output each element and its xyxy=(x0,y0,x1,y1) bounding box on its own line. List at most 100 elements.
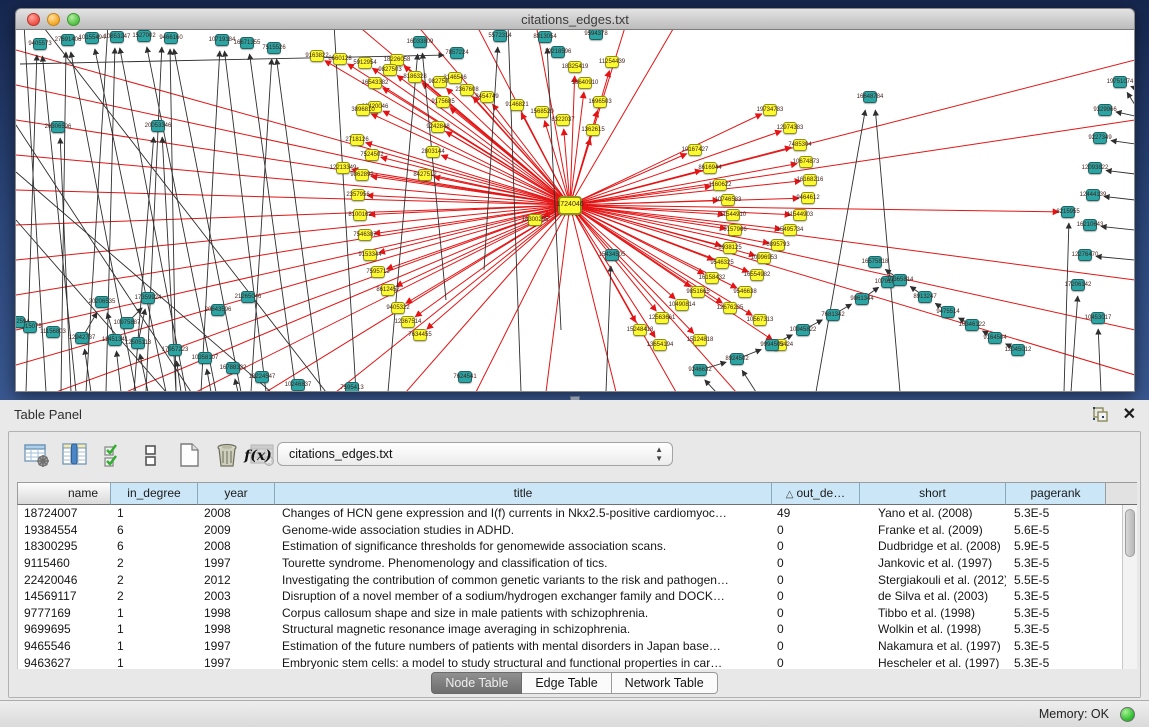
scrollbar-thumb[interactable] xyxy=(1125,509,1135,557)
network-node[interactable]: 11156803 xyxy=(46,326,60,338)
table-row[interactable]: 977716911998Corpus callosum shape and si… xyxy=(18,605,1136,622)
network-node[interactable]: 2803144 xyxy=(426,146,440,158)
network-node[interactable]: 1160622 xyxy=(713,179,727,191)
network-node[interactable]: 20206535 xyxy=(95,296,109,308)
network-node[interactable]: 7515526 xyxy=(267,42,281,54)
network-node[interactable]: 10246837 xyxy=(291,379,305,391)
network-node[interactable]: 2367608 xyxy=(460,84,474,96)
network-node[interactable]: 9546638 xyxy=(738,286,752,298)
network-node[interactable]: 27691406 xyxy=(61,34,75,46)
network-node[interactable]: 7546387 xyxy=(358,229,372,241)
table-row[interactable]: 969969511998Structural magnetic resonanc… xyxy=(18,621,1136,638)
network-node[interactable]: 10365814 xyxy=(893,274,907,286)
network-node[interactable]: 9405322 xyxy=(391,302,405,314)
network-node[interactable]: 8915075 xyxy=(23,321,37,333)
network-node[interactable]: 10719184 xyxy=(215,34,229,46)
network-node[interactable]: 15248418 xyxy=(633,324,647,336)
network-node[interactable]: 11544910 xyxy=(726,209,740,221)
network-node[interactable]: 19218596 xyxy=(551,46,565,58)
network-node[interactable]: 9594378 xyxy=(589,30,603,40)
select-checklist-icon[interactable] xyxy=(101,441,131,471)
column-header-out_de[interactable]: △out_de… xyxy=(771,482,859,505)
network-node[interactable]: 7624541 xyxy=(458,371,472,383)
network-node[interactable]: 8660128 xyxy=(333,53,347,65)
network-node[interactable]: 7681342 xyxy=(826,309,840,321)
network-node[interactable]: 9164504 xyxy=(988,332,1002,344)
network-node[interactable]: 9157966 xyxy=(728,224,742,236)
network-node[interactable]: 7485304 xyxy=(793,139,807,151)
network-node[interactable]: 8813054 xyxy=(538,31,552,43)
network-node[interactable]: 16554982 xyxy=(750,269,764,281)
network-node[interactable]: 9227349 xyxy=(1093,132,1107,144)
network-node[interactable]: 16033809 xyxy=(413,36,427,48)
network-node[interactable]: 7634455 xyxy=(413,329,427,341)
network-node[interactable]: 9163822 xyxy=(310,50,324,62)
network-node[interactable]: 11544903 xyxy=(793,209,807,221)
network-node[interactable]: 12942737 xyxy=(75,332,89,344)
network-node[interactable]: 9851665 xyxy=(691,286,705,298)
network-node[interactable]: 20643596 xyxy=(211,304,225,316)
network-node[interactable]: 8913247 xyxy=(918,291,932,303)
network-node[interactable]: 9152594 xyxy=(15,316,25,328)
network-node[interactable]: 9994502 xyxy=(765,339,779,351)
network-node[interactable]: 7595713 xyxy=(371,266,385,278)
network-node[interactable]: 8454749 xyxy=(480,91,494,103)
float-panel-icon[interactable] xyxy=(1091,406,1109,424)
network-node[interactable]: 10996953 xyxy=(757,252,771,264)
network-node[interactable]: 23420046 xyxy=(368,101,382,113)
network-node[interactable]: 9153344 xyxy=(363,249,377,261)
panel-splitter[interactable] xyxy=(0,392,1149,400)
network-node[interactable]: 2357956 xyxy=(351,189,365,201)
network-node[interactable]: 19734783 xyxy=(763,104,777,116)
network-node[interactable]: 16648784 xyxy=(863,91,877,103)
network-node[interactable]: 9466160 xyxy=(164,32,178,44)
network-node[interactable]: 8938125 xyxy=(723,242,737,254)
table-row[interactable]: 2242004622012Investigating the contribut… xyxy=(18,571,1136,588)
network-node[interactable]: 9175685 xyxy=(436,96,450,108)
column-header-year[interactable]: year xyxy=(197,482,274,505)
network-node[interactable]: 9464612 xyxy=(801,192,815,204)
table-row[interactable]: 946554611997Estimation of the future num… xyxy=(18,638,1136,655)
network-node[interactable]: 5912954 xyxy=(358,57,372,69)
network-node[interactable]: 17359924 xyxy=(141,292,155,304)
network-window-titlebar[interactable]: citations_edges.txt xyxy=(15,8,1135,30)
network-node[interactable]: 9546325 xyxy=(715,257,729,269)
network-node[interactable]: 8924502 xyxy=(730,353,744,365)
network-node[interactable]: 5572314 xyxy=(493,30,507,42)
network-node[interactable]: 3896810 xyxy=(356,104,370,116)
network-node[interactable]: 16158432 xyxy=(705,272,719,284)
column-header-in_degree[interactable]: in_degree xyxy=(110,482,197,505)
network-node[interactable]: 10674873 xyxy=(799,156,813,168)
network-node[interactable]: 9246632 xyxy=(693,364,707,376)
table-row[interactable]: 911546021997Tourette syndrome. Phenomeno… xyxy=(18,555,1136,572)
column-header-short[interactable]: short xyxy=(859,482,1005,505)
close-panel-icon[interactable]: ✕ xyxy=(1123,404,1136,426)
network-node[interactable]: 16671355 xyxy=(240,37,254,49)
network-node[interactable]: 18640910 xyxy=(578,77,592,89)
network-node[interactable]: 8612457 xyxy=(381,284,395,296)
table-row[interactable]: 1872400712008Changes of HCN gene express… xyxy=(18,505,1136,522)
network-node[interactable]: 9827508 xyxy=(433,76,447,88)
network-node[interactable]: 16788322 xyxy=(226,362,240,374)
network-node[interactable]: 10975887 xyxy=(120,317,134,329)
network-node[interactable]: 8186328 xyxy=(408,71,422,83)
tab-node-table[interactable]: Node Table xyxy=(431,672,522,694)
network-node[interactable]: 9146821 xyxy=(510,99,524,111)
network-node[interactable]: 9862892 xyxy=(355,169,369,181)
network-node[interactable]: 9242848 xyxy=(431,121,445,133)
network-node[interactable]: 1362615 xyxy=(586,124,600,136)
network-node[interactable]: 12505113 xyxy=(131,337,145,349)
network-node[interactable]: 8100162 xyxy=(353,209,367,221)
network-node[interactable]: 12676225 xyxy=(723,302,737,314)
table-options-icon[interactable] xyxy=(23,441,53,471)
network-node[interactable]: 15434505 xyxy=(605,249,619,261)
network-node[interactable]: 12444139 xyxy=(1086,189,1100,201)
network-node[interactable]: 10155494 xyxy=(85,32,99,44)
network-node[interactable]: 12367514 xyxy=(401,316,415,328)
network-node[interactable]: 8215955 xyxy=(1061,206,1075,218)
network-node[interactable]: 26306596 xyxy=(51,121,65,133)
network-node[interactable]: 12276470 xyxy=(1078,249,1092,261)
column-header-pagerank[interactable]: pagerank xyxy=(1005,482,1105,505)
tab-network-table[interactable]: Network Table xyxy=(612,672,718,694)
network-node[interactable]: 9405573 xyxy=(33,38,47,50)
